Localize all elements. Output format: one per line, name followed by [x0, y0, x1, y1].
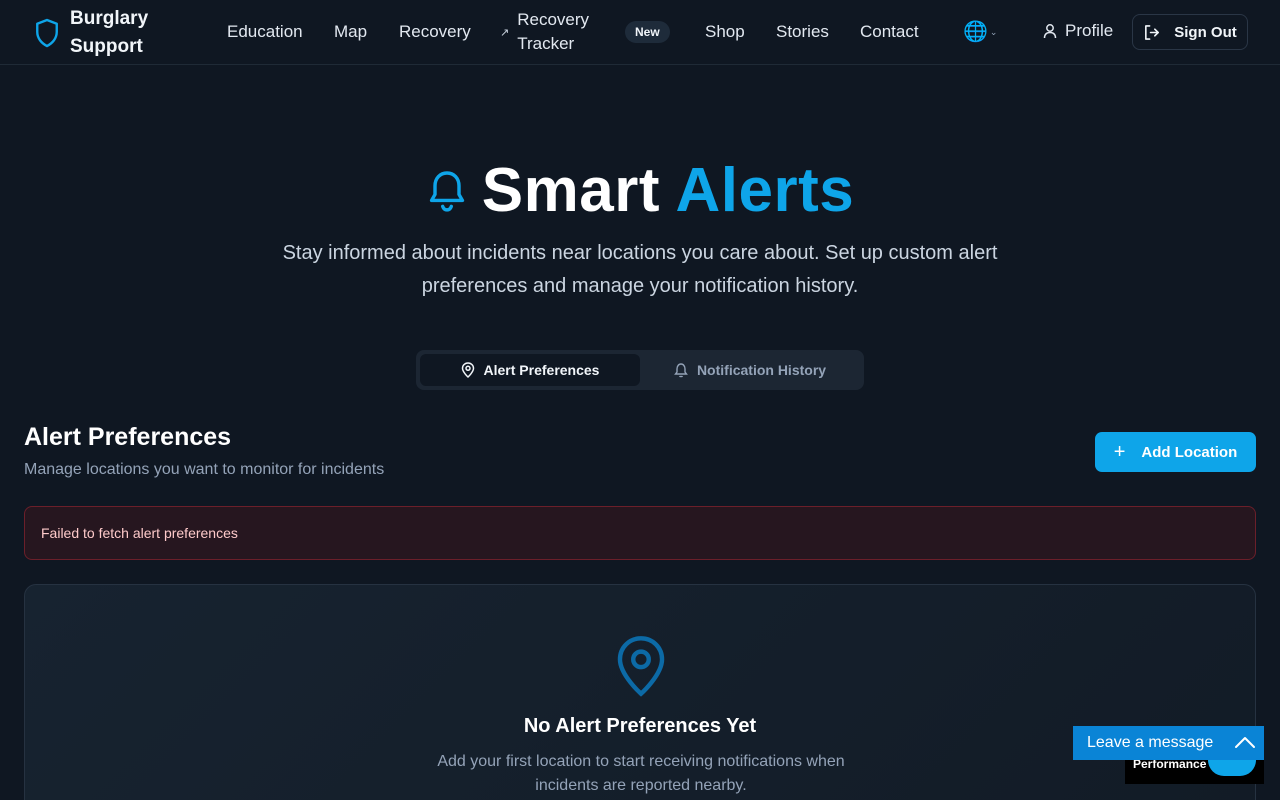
page-subtitle: Stay informed about incidents near locat…	[282, 242, 998, 297]
alerts-tabs: Alert Preferences Notification History	[416, 350, 864, 390]
brand-logo[interactable]: Burglary Support	[34, 5, 180, 61]
chevron-down-icon: ⌄	[989, 26, 998, 37]
tab-label: Notification History	[696, 362, 827, 378]
sign-out-label: Sign Out	[1174, 23, 1237, 41]
leave-message-label: Leave a message	[1087, 734, 1214, 751]
bell-icon	[674, 363, 688, 378]
log-out-icon	[1145, 24, 1160, 40]
title-part-smart: Smart	[481, 156, 661, 225]
recovery-tracker-label: Recovery Tracker	[517, 10, 590, 53]
section-subtitle: Manage locations you want to monitor for…	[24, 461, 385, 478]
empty-state-title: No Alert Preferences Yet	[523, 715, 757, 737]
add-location-button[interactable]: + Add Location	[1095, 432, 1256, 472]
empty-state-card: No Alert Preferences Yet Add your first …	[24, 584, 1256, 800]
chevron-up-icon[interactable]	[1234, 732, 1256, 754]
top-navbar: Burglary Support Education Map Recovery …	[0, 0, 1280, 65]
sign-out-button[interactable]: Sign Out	[1132, 14, 1248, 50]
profile-link[interactable]: Profile	[1043, 21, 1113, 41]
page-title: Smart Alerts	[0, 155, 1280, 227]
tab-notification-history[interactable]: Notification History	[640, 354, 860, 386]
map-pin-icon	[461, 362, 474, 378]
tab-alert-preferences[interactable]: Alert Preferences	[420, 354, 640, 386]
nav-link-shop[interactable]: Shop	[705, 21, 745, 43]
profile-label: Profile	[1065, 21, 1114, 40]
nav-link-contact[interactable]: Contact	[860, 21, 919, 43]
empty-state-subtitle: Add your first location to start receivi…	[437, 753, 845, 794]
user-icon	[1043, 24, 1057, 39]
error-message: Failed to fetch alert preferences	[41, 525, 238, 541]
brand-name: Burglary Support	[70, 8, 149, 57]
nav-link-recovery-tracker[interactable]: ↗ Recovery Tracker	[500, 8, 607, 56]
nav-link-recovery[interactable]: Recovery	[399, 21, 471, 43]
nav-link-map[interactable]: Map	[334, 21, 367, 43]
section-title: Alert Preferences	[24, 423, 232, 451]
error-alert: Failed to fetch alert preferences	[24, 506, 1256, 560]
globe-icon: 🌐	[963, 21, 988, 43]
add-location-label: Add Location	[1141, 443, 1238, 461]
bell-icon	[429, 171, 464, 212]
title-part-alerts: Alerts	[675, 156, 855, 225]
new-badge: New	[625, 21, 670, 43]
nav-link-stories[interactable]: Stories	[776, 21, 829, 43]
plus-icon: +	[1113, 441, 1126, 463]
tab-label: Alert Preferences	[483, 362, 600, 378]
leave-message-widget[interactable]: Leave a message	[1073, 726, 1264, 760]
nav-link-education[interactable]: Education	[227, 21, 303, 43]
trending-up-icon: ↗	[500, 26, 510, 39]
shield-icon	[36, 18, 58, 48]
map-pin-icon	[617, 636, 665, 697]
language-selector[interactable]: 🌐 ⌄	[963, 21, 997, 43]
